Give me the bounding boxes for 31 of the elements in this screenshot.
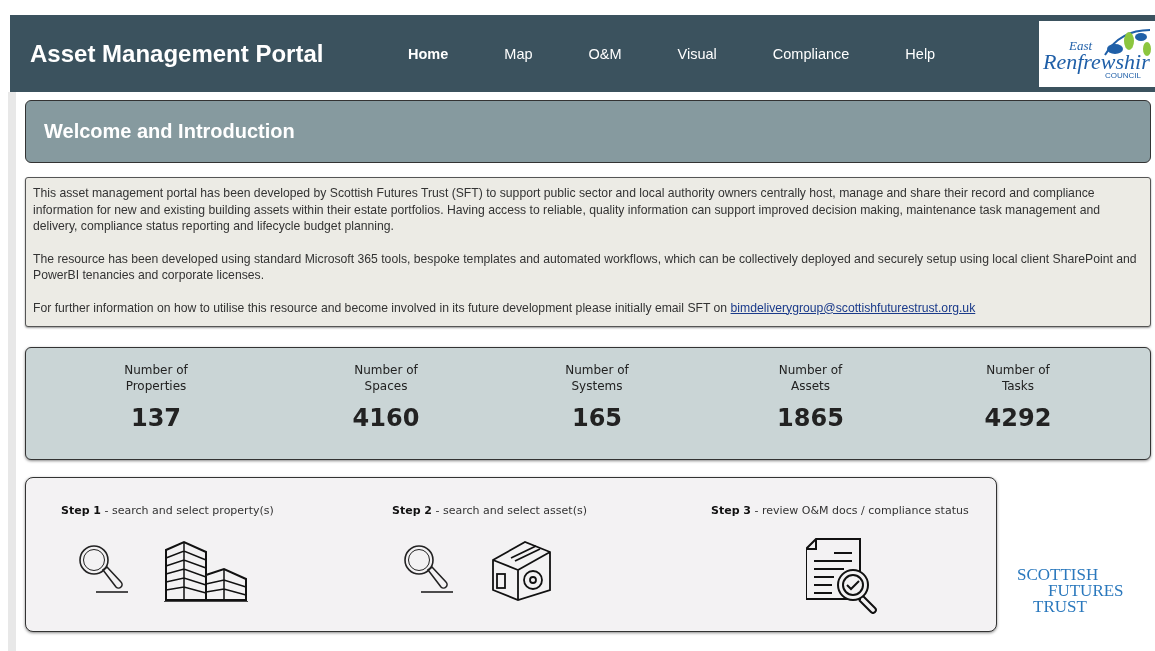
stat-label: Number of Spaces	[354, 362, 418, 394]
air-conditioner-icon	[492, 541, 551, 601]
step-label: Step 3 - review O&M docs / compliance status	[711, 504, 969, 517]
buildings-icon	[163, 540, 249, 602]
nav-tab[interactable]: Visual	[677, 39, 717, 68]
stat-value: 1865	[777, 404, 844, 432]
step-label: Step 1 - search and select property(s)	[61, 504, 274, 517]
email-link[interactable]: bimdeliverygroup@scottishfuturestrust.org.uk	[730, 300, 976, 315]
nav-tab[interactable]: Compliance	[772, 39, 850, 68]
search-icon	[79, 545, 129, 593]
intro-paragraph: This asset management portal has been developed by Scottish Futures Trust (SFT) to support public sector and local authority owners centrally host, manage and share their record and compliance information for new and existing building assets within their estate portfolios. Having access to reliable, quality information can support improved decision making, maintenance task management and delivery, compliance status reporting and lifecycle budget planning.	[33, 185, 1101, 235]
nav-tab[interactable]: Map	[504, 39, 533, 68]
stat-label: Number of Properties	[124, 362, 188, 394]
intro-paragraph: For further information on how to utilise this resource and become involved in its future development please initially email SFT on	[33, 300, 728, 315]
council-logo: East Renfrewshir COUNCIL	[1039, 20, 1155, 87]
stat-value: 4160	[352, 404, 420, 432]
stat-label: Number of Systems	[565, 362, 629, 394]
sft-logo: SCOTTISH FUTURES TRUST	[1017, 567, 1124, 618]
nav-tab[interactable]: Home	[408, 39, 449, 68]
step-label: Step 2 - search and select asset(s)	[392, 504, 587, 517]
intro-paragraph: The resource has been developed using standard Microsoft 365 tools, bespoke templates and automated workflows, which can be collectively deployed and securely setup using local client SharePoint and PowerBI tenancies and corporate licenses.	[33, 250, 1138, 284]
stat-value: 137	[130, 404, 182, 432]
stat-value: 4292	[984, 404, 1052, 432]
stat-label: Number of Assets	[778, 362, 843, 394]
section-title: Welcome and Introduction	[25, 100, 1151, 163]
stat-label: Number of Tasks	[986, 362, 1050, 394]
nav-tab[interactable]: Help	[905, 39, 936, 68]
nav-tab[interactable]: O&M	[588, 39, 622, 68]
stat-value: 165	[571, 404, 623, 432]
search-icon	[404, 545, 454, 593]
portal-title: Asset Management Portal	[30, 39, 325, 68]
